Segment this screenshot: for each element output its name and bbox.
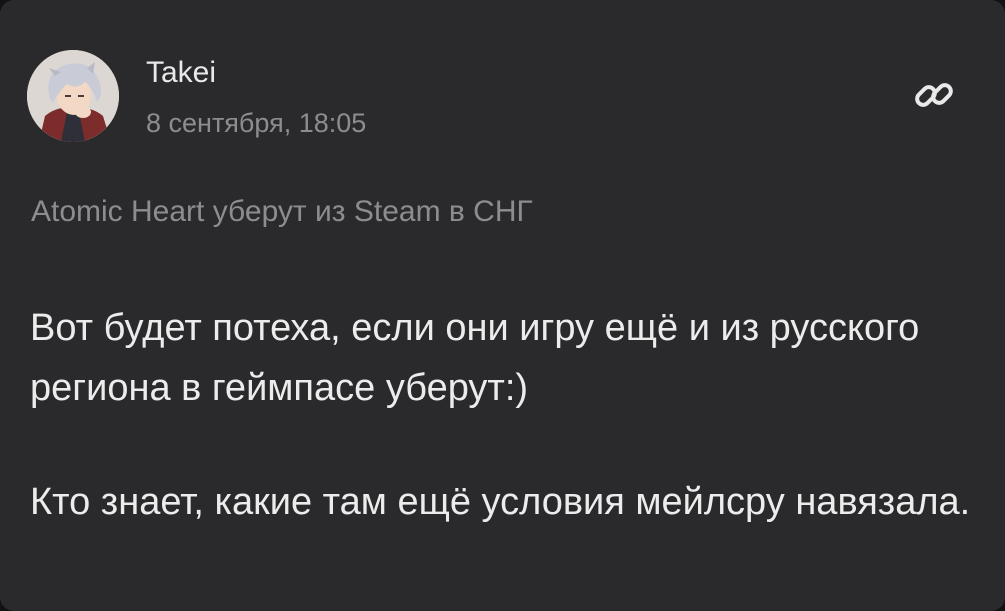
comment-paragraph: Вот будет потеха, если они игру ещё и из… bbox=[30, 307, 920, 409]
author-name[interactable]: Takei bbox=[146, 56, 216, 90]
timestamp: 8 сентября, 18:05 bbox=[146, 108, 367, 138]
anime-character-avatar-icon bbox=[27, 50, 119, 142]
avatar[interactable] bbox=[27, 50, 119, 142]
comment-card: Takei 8 сентября, 18:05 Atomic Heart убе… bbox=[0, 0, 1005, 611]
comment-header: Takei 8 сентября, 18:05 bbox=[0, 0, 1005, 170]
link-icon bbox=[915, 83, 953, 107]
copy-link-button[interactable] bbox=[906, 67, 962, 123]
comment-paragraph: Кто знает, какие там ещё условия мейлсру… bbox=[30, 481, 971, 523]
thread-title[interactable]: Atomic Heart уберут из Steam в СНГ bbox=[31, 195, 533, 229]
